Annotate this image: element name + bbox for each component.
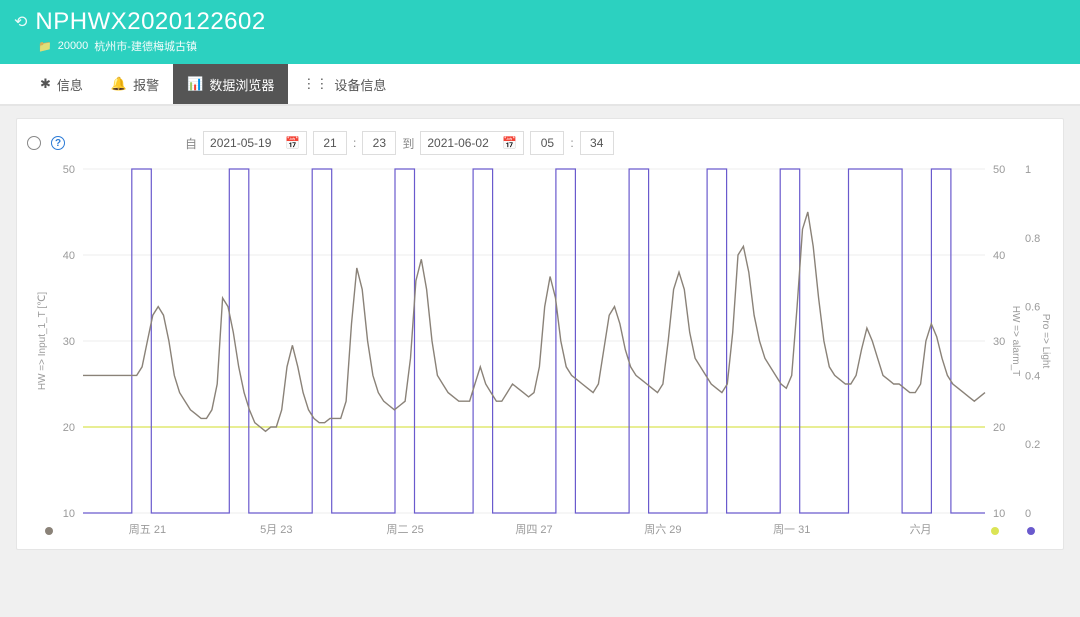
clock-icon[interactable] bbox=[27, 136, 41, 150]
svg-text:0: 0 bbox=[1025, 508, 1031, 520]
header-code: 20000 bbox=[58, 40, 89, 52]
tab-icon: 🔔 bbox=[111, 76, 127, 92]
svg-text:0.2: 0.2 bbox=[1025, 439, 1040, 451]
svg-text:周二 25: 周二 25 bbox=[386, 523, 423, 536]
svg-text:40: 40 bbox=[63, 250, 75, 262]
tab-bar: ✱信息🔔报警📊数据浏览器⋮⋮设备信息 bbox=[0, 64, 1080, 106]
svg-text:30: 30 bbox=[63, 336, 75, 348]
from-min-input[interactable]: 23 bbox=[362, 131, 396, 155]
tab-icon: ⋮⋮ bbox=[302, 76, 328, 92]
svg-text:0.8: 0.8 bbox=[1025, 233, 1040, 245]
folder-icon: 📁 bbox=[38, 40, 52, 53]
svg-text:20: 20 bbox=[993, 422, 1005, 434]
from-label: 自 bbox=[185, 135, 197, 152]
svg-text:周六 29: 周六 29 bbox=[644, 523, 681, 536]
svg-text:1: 1 bbox=[1025, 164, 1031, 176]
page-title: NPHWX2020122602 bbox=[35, 8, 265, 36]
svg-text:10: 10 bbox=[63, 508, 75, 520]
svg-text:周四 27: 周四 27 bbox=[515, 523, 552, 536]
svg-text:0.6: 0.6 bbox=[1025, 302, 1040, 314]
tab-报警[interactable]: 🔔报警 bbox=[97, 64, 173, 104]
help-icon[interactable]: ? bbox=[51, 136, 65, 150]
from-date-input[interactable]: 2021-05-19 📅 bbox=[203, 131, 307, 155]
to-min-input[interactable]: 34 bbox=[580, 131, 614, 155]
svg-text:30: 30 bbox=[993, 336, 1005, 348]
from-hour-input[interactable]: 21 bbox=[313, 131, 347, 155]
svg-text:10: 10 bbox=[993, 508, 1005, 520]
calendar-icon: 📅 bbox=[502, 136, 517, 150]
svg-text:HW => alarm_T: HW => alarm_T bbox=[1010, 306, 1021, 377]
timeseries-chart: 10 20 30 40 50 10 20 30 40 50 0 0.2 0.4 0.6 0.8 1 周五 21 5… bbox=[27, 163, 1055, 543]
svg-text:周五 21: 周五 21 bbox=[129, 523, 166, 536]
svg-text:0.4: 0.4 bbox=[1025, 370, 1040, 382]
to-hour-input[interactable]: 05 bbox=[530, 131, 564, 155]
tab-icon: 📊 bbox=[187, 76, 203, 92]
chart-toolbar: ? 自 2021-05-19 📅 21 : 23 到 2021-06-02 📅 … bbox=[27, 131, 1053, 155]
calendar-icon: 📅 bbox=[285, 136, 300, 150]
chart-panel: ? 自 2021-05-19 📅 21 : 23 到 2021-06-02 📅 … bbox=[16, 118, 1064, 550]
to-label: 到 bbox=[402, 135, 414, 152]
svg-text:20: 20 bbox=[63, 422, 75, 434]
svg-text:50: 50 bbox=[63, 164, 75, 176]
header-location: 杭州市-建德梅城古镇 bbox=[94, 38, 197, 54]
back-icon[interactable]: ⟲ bbox=[14, 12, 27, 32]
svg-text:HW => Input_1_T [℃]: HW => Input_1_T [℃] bbox=[37, 292, 48, 391]
svg-text:50: 50 bbox=[993, 164, 1005, 176]
tab-数据浏览器[interactable]: 📊数据浏览器 bbox=[173, 64, 288, 104]
tab-设备信息[interactable]: ⋮⋮设备信息 bbox=[288, 64, 400, 104]
tab-信息[interactable]: ✱信息 bbox=[26, 64, 97, 104]
to-date-input[interactable]: 2021-06-02 📅 bbox=[420, 131, 524, 155]
tab-icon: ✱ bbox=[40, 76, 51, 92]
svg-text:周一 31: 周一 31 bbox=[773, 523, 810, 536]
svg-text:Pro => Light: Pro => Light bbox=[1040, 314, 1051, 369]
svg-text:六月: 六月 bbox=[910, 523, 932, 536]
svg-text:40: 40 bbox=[993, 250, 1005, 262]
svg-text:5月 23: 5月 23 bbox=[260, 524, 292, 536]
